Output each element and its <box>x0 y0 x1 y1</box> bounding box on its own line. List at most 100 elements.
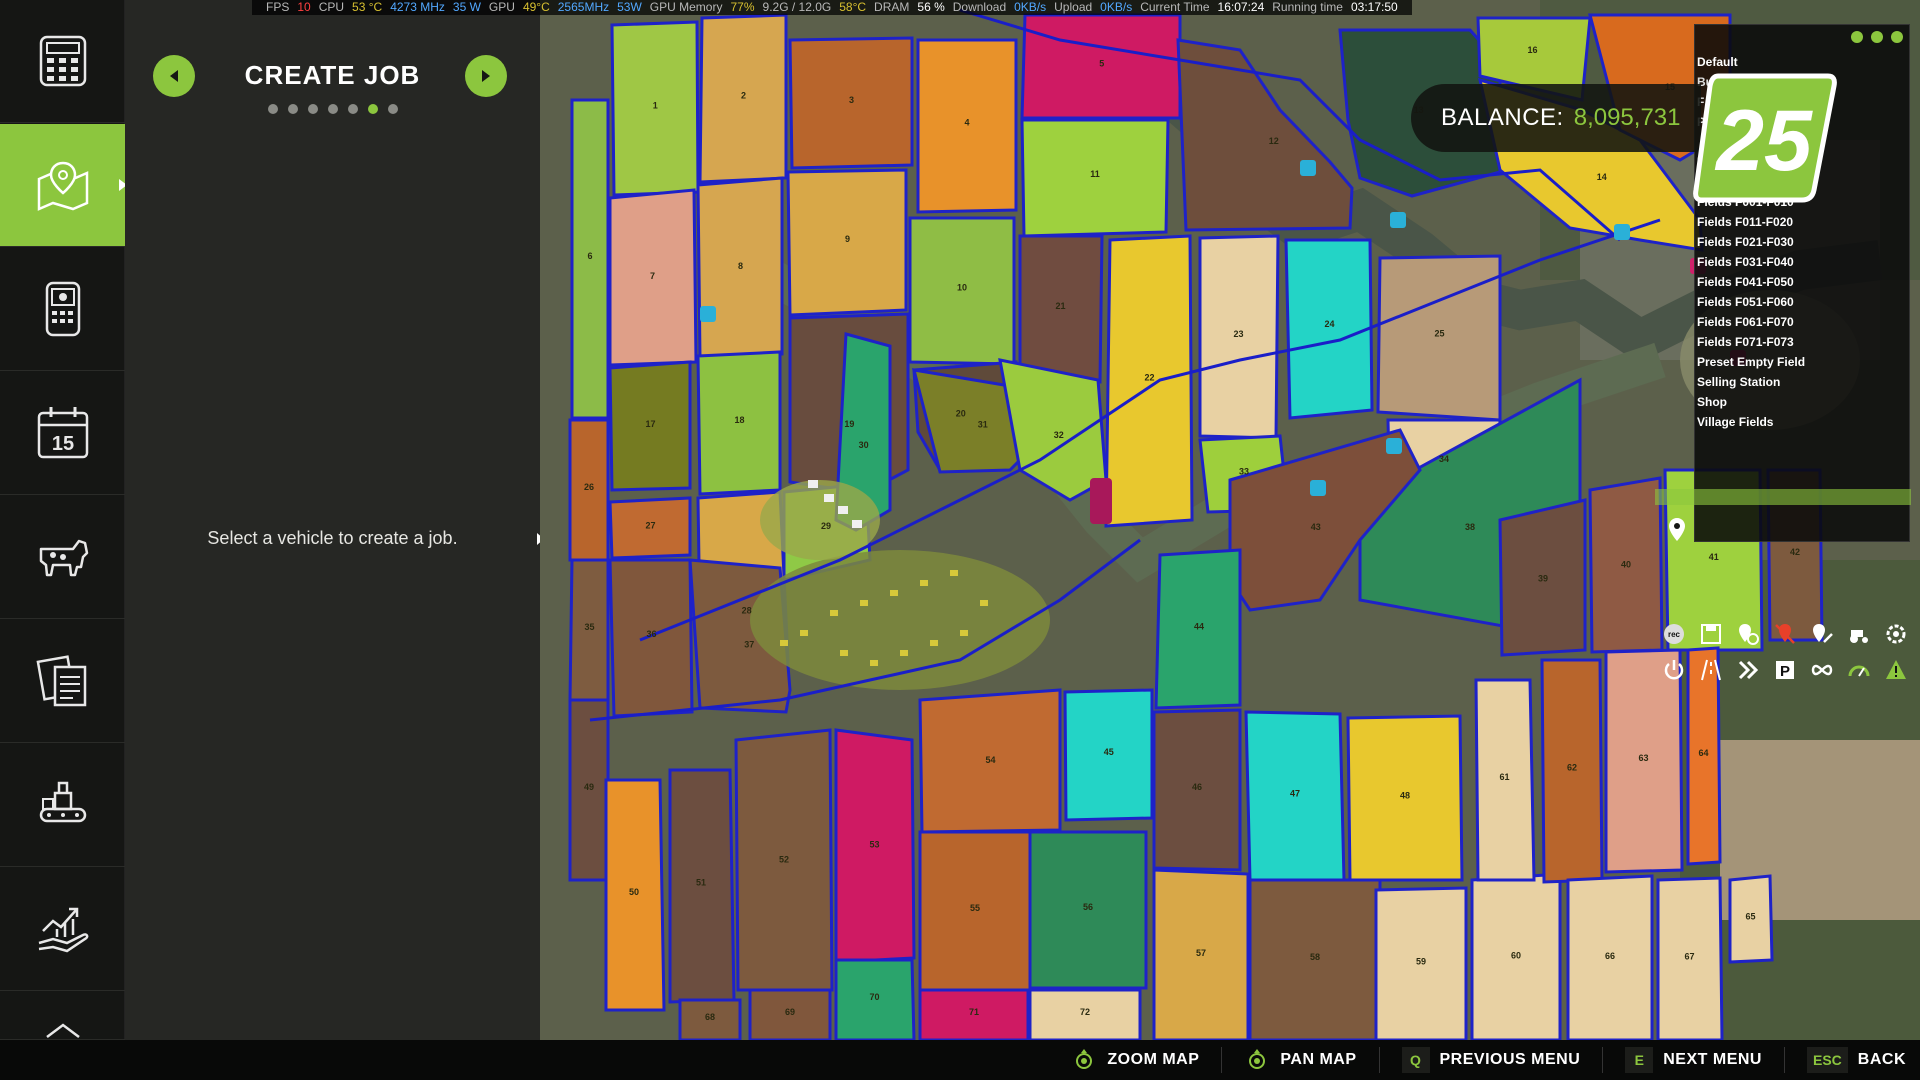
power-icon <box>1664 660 1683 680</box>
page-dot[interactable] <box>367 104 378 114</box>
list-icon[interactable] <box>1891 31 1903 43</box>
sidebar-item-finances[interactable] <box>0 868 125 991</box>
sidebar-item-vehicles[interactable] <box>0 248 125 371</box>
page-dot[interactable] <box>347 104 358 114</box>
filter-item[interactable]: Fields F021-F030 <box>1697 235 1794 249</box>
field-number-label: 45 <box>1104 747 1114 757</box>
calendar-icon: 15 <box>37 407 88 459</box>
svg-text:rec: rec <box>1667 630 1680 639</box>
tractor-button[interactable] <box>1843 620 1874 648</box>
infinity-icon <box>1811 664 1832 676</box>
field-number-label: 8 <box>738 261 743 271</box>
field-number-label: 23 <box>1233 329 1243 339</box>
field-number-label: 55 <box>970 903 980 913</box>
filter-item[interactable]: Village Fields <box>1697 415 1773 429</box>
field-number-label: 67 <box>1684 952 1694 962</box>
field-number-label: 71 <box>969 1007 979 1017</box>
parking-button[interactable]: P <box>1769 656 1800 684</box>
cpu-freq: 4273 MHz <box>390 0 445 14</box>
pin-gear-button[interactable] <box>1732 620 1763 648</box>
hint-pan-map[interactable]: PAN MAP <box>1244 1047 1356 1073</box>
filter-item[interactable]: Fields F051-F060 <box>1697 295 1794 309</box>
field-number-label: 68 <box>705 1012 715 1022</box>
sidebar-item-map[interactable] <box>0 124 127 247</box>
fast-forward-button[interactable] <box>1732 656 1763 684</box>
page-dot[interactable] <box>267 104 278 114</box>
filter-item[interactable]: Shop <box>1697 395 1727 409</box>
hint-separator <box>1602 1047 1604 1073</box>
page-dot[interactable] <box>287 104 298 114</box>
hint-label: PAN MAP <box>1280 1051 1357 1068</box>
search-icon[interactable] <box>1871 31 1883 43</box>
current-time-label: Current Time <box>1140 0 1210 14</box>
settings-button[interactable] <box>1880 620 1911 648</box>
field-number-label: 72 <box>1080 1007 1090 1017</box>
infinity-button[interactable] <box>1806 656 1837 684</box>
warning-button[interactable] <box>1880 656 1911 684</box>
field-number-label: 41 <box>1709 552 1719 562</box>
rec-button[interactable]: rec <box>1658 620 1689 648</box>
field-number-label: 47 <box>1290 789 1300 799</box>
road-button[interactable] <box>1695 656 1726 684</box>
filter-item[interactable]: Fields F071-F073 <box>1697 335 1794 349</box>
controller-icon <box>1071 1047 1097 1073</box>
sidebar-item-calendar[interactable]: 15 <box>0 372 125 495</box>
gpu-freq: 2565MHz <box>557 0 610 14</box>
hint-label: ZOOM MAP <box>1107 1051 1200 1068</box>
key-badge: E <box>1625 1047 1654 1073</box>
save-button[interactable] <box>1695 620 1726 648</box>
sidebar-item-farm-overview[interactable] <box>0 0 125 123</box>
add-icon[interactable] <box>1851 31 1863 43</box>
field-number-label: 52 <box>779 855 789 865</box>
sidebar-item-production[interactable] <box>0 744 125 867</box>
field-number-label: 54 <box>985 755 995 765</box>
filter-item[interactable]: Preset Empty Field <box>1697 355 1805 369</box>
field-number-label: 24 <box>1324 319 1334 329</box>
filter-item[interactable]: Fields F041-F050 <box>1697 275 1794 289</box>
field-number-label: 21 <box>1055 301 1065 311</box>
hint-previous-menu[interactable]: Q PREVIOUS MENU <box>1401 1047 1581 1073</box>
field-number-label: 12 <box>1269 136 1279 146</box>
field-number-label: 3 <box>849 95 854 105</box>
page-dot[interactable] <box>327 104 338 114</box>
page-dot[interactable] <box>307 104 318 114</box>
filter-item[interactable]: Selling Station <box>1697 375 1780 389</box>
field-number-label: 65 <box>1745 912 1755 922</box>
pin-edit-button[interactable] <box>1806 620 1837 648</box>
field-number-label: 49 <box>584 782 594 792</box>
cpu-temp: 53 °C <box>352 0 383 14</box>
field-number-label: 9 <box>845 234 850 244</box>
field-number-label: 42 <box>1790 547 1800 557</box>
chevron-icon <box>45 1023 80 1038</box>
rec-icon: rec <box>1663 624 1684 644</box>
sidebar-item-contracts[interactable] <box>0 620 125 743</box>
pin-x-button[interactable] <box>1769 620 1800 648</box>
filter-item[interactable]: Fields F031-F040 <box>1697 255 1794 269</box>
filter-item[interactable]: Fields F011-F020 <box>1697 215 1793 229</box>
filter-scrollbar[interactable] <box>1655 489 1911 505</box>
filter-item[interactable]: Fields F061-F070 <box>1697 315 1794 329</box>
hint-separator <box>1378 1047 1380 1073</box>
sidebar-item-animals[interactable] <box>0 496 125 619</box>
gauge-button[interactable] <box>1843 656 1874 684</box>
parking-icon: P <box>1775 661 1794 680</box>
next-page-button[interactable] <box>465 55 507 97</box>
filter-item[interactable]: Default <box>1697 55 1738 69</box>
field-number-label: 50 <box>629 887 639 897</box>
hint-back[interactable]: ESC BACK <box>1806 1047 1906 1073</box>
power-button[interactable] <box>1658 656 1689 684</box>
tool-row-1: rec <box>1658 620 1914 648</box>
warning-icon <box>1885 660 1906 679</box>
page-dot[interactable] <box>387 104 398 114</box>
field-number-label: 27 <box>645 520 655 530</box>
device-icon <box>45 281 80 337</box>
field-number-label: 19 <box>844 419 854 429</box>
sidebar-item-more[interactable] <box>0 992 125 1040</box>
hint-next-menu[interactable]: E NEXT MENU <box>1625 1047 1762 1073</box>
gauge-icon <box>1848 665 1869 677</box>
pin-gear-icon <box>1738 624 1759 645</box>
map-pin-icon[interactable] <box>1667 517 1687 543</box>
cpu-power: 35 W <box>452 0 481 14</box>
upload-label: Upload <box>1054 0 1093 14</box>
hint-zoom-map[interactable]: ZOOM MAP <box>1071 1047 1199 1073</box>
